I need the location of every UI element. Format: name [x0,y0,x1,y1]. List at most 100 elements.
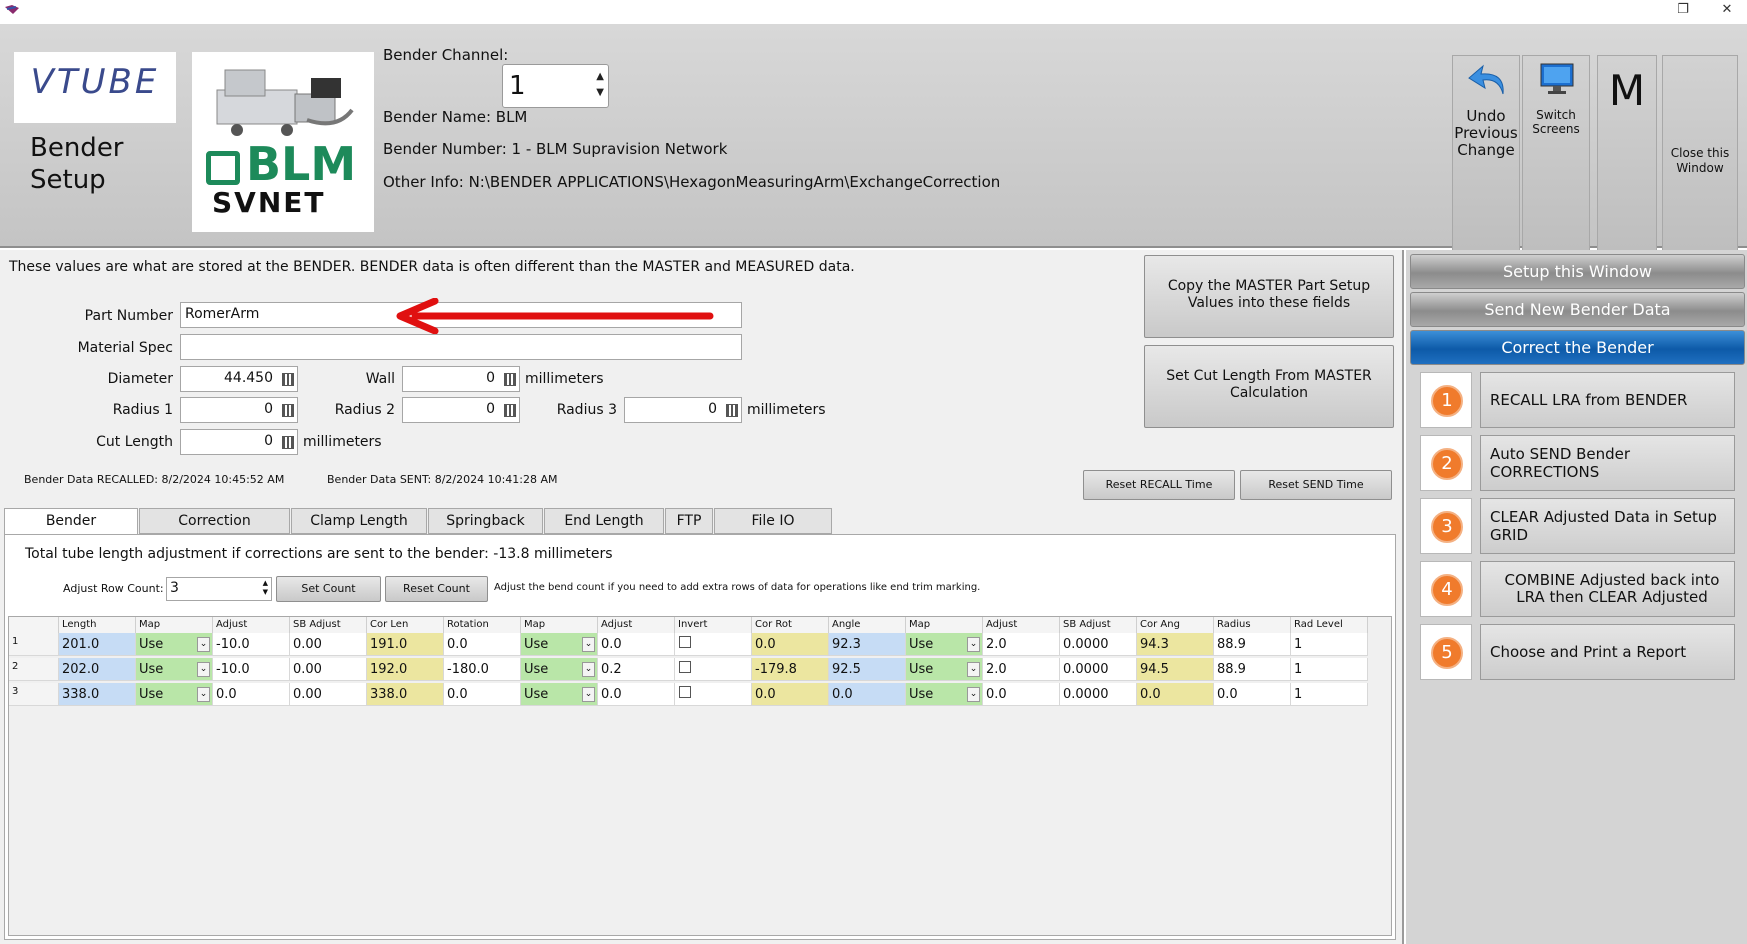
chevron-down-icon[interactable]: ⌄ [582,637,595,652]
restore-button[interactable]: ❐ [1668,0,1698,22]
grid-cell[interactable]: 2.0 [983,633,1060,656]
channel-stepper[interactable]: 1 ▲ ▼ [502,64,609,108]
row-number[interactable]: 1 [9,633,59,656]
grid-header-8[interactable]: Invert [675,617,752,633]
m-button[interactable]: M [1597,55,1657,262]
grid-header-14[interactable]: Cor Ang [1137,617,1214,633]
grid-header-12[interactable]: Adjust [983,617,1060,633]
tab-correction-percentage[interactable]: Correction Percentage [139,508,290,553]
close-this-window-button[interactable]: Close this Window [1662,55,1738,262]
grid-cell[interactable]: 0.0 [829,683,906,706]
chevron-down-icon[interactable]: ⌄ [582,687,595,702]
grid-cell[interactable]: 0.0000 [1060,683,1137,706]
grid-cell[interactable]: 0.0 [1214,683,1291,706]
grid-cell[interactable]: 92.3 [829,633,906,656]
grid-cell[interactable]: Use ⌄ [906,683,983,706]
chevron-down-icon[interactable]: ⌄ [197,687,210,702]
invert-checkbox[interactable] [679,636,691,648]
grid-header-6[interactable]: Map [521,617,598,633]
auto-send-button[interactable]: Auto SEND Bender CORRECTIONS [1480,435,1735,491]
tab-bender-adjustment[interactable]: Bender Adjustment [4,508,138,553]
grid-cell[interactable]: 1 [1291,658,1368,681]
grid-cell[interactable]: 0.0 [598,633,675,656]
tab-ftp[interactable]: FTP [665,508,713,534]
grid-cell[interactable]: 338.0 [59,683,136,706]
reset-recall-button[interactable]: Reset RECALL Time [1083,470,1235,500]
wall-input[interactable]: 0 [402,366,520,392]
close-window-button[interactable]: ✕ [1712,0,1742,22]
set-cut-length-button[interactable]: Set Cut Length From MASTER Calculation [1144,345,1394,428]
correct-bender-button[interactable]: Correct the Bender [1410,330,1745,365]
undo-button[interactable]: Undo Previous Change [1452,55,1520,262]
tab-file-io-messages[interactable]: File IO Messages [714,508,832,553]
grid-cell[interactable]: -179.8 [752,658,829,681]
grid-cell[interactable]: 1 [1291,683,1368,706]
grid-cell[interactable]: 338.0 [367,683,444,706]
grid-cell[interactable]: 0.0 [444,683,521,706]
grid-cell[interactable]: 202.0 [59,658,136,681]
clear-adjusted-button[interactable]: CLEAR Adjusted Data in Setup GRID [1480,498,1735,554]
grid-cell[interactable]: Use ⌄ [136,683,213,706]
grid-header-9[interactable]: Cor Rot [752,617,829,633]
grid-cell[interactable]: 0.00 [290,633,367,656]
grid-cell[interactable]: Use ⌄ [906,658,983,681]
grid-cell[interactable]: -10.0 [213,658,290,681]
grid-cell[interactable]: 94.5 [1137,658,1214,681]
spin-arrows-icon[interactable]: ▲ ▼ [263,579,268,597]
radius3-input[interactable]: 0 [624,397,742,423]
switch-screens-button[interactable]: Switch Screens [1522,55,1590,262]
tab-end-length-filter[interactable]: End Length Filter [544,508,664,553]
grid-cell[interactable]: 88.9 [1214,633,1291,656]
chevron-down-icon[interactable]: ⌄ [967,687,980,702]
grid-header-10[interactable]: Angle [829,617,906,633]
grid-cell[interactable]: 192.0 [367,658,444,681]
grid-cell[interactable]: Use ⌄ [906,633,983,656]
print-report-button[interactable]: Choose and Print a Report [1480,624,1735,680]
grid-header-5[interactable]: Rotation [444,617,521,633]
grid-header-16[interactable]: Rad Level [1291,617,1368,633]
grid-cell[interactable]: 0.0 [213,683,290,706]
reset-send-button[interactable]: Reset SEND Time [1240,470,1392,500]
grid-cell[interactable]: 0.0 [752,633,829,656]
grid-cell[interactable]: 1 [1291,633,1368,656]
grid-header-15[interactable]: Radius [1214,617,1291,633]
calculator-icon[interactable] [504,373,516,386]
grid-header-7[interactable]: Adjust [598,617,675,633]
grid-cell[interactable]: 201.0 [59,633,136,656]
grid-cell[interactable] [675,633,752,656]
combine-adjusted-button[interactable]: COMBINE Adjusted back into LRA then CLEA… [1480,561,1735,617]
chevron-down-icon[interactable]: ⌄ [582,662,595,677]
grid-cell[interactable] [675,683,752,706]
row-number[interactable]: 2 [9,658,59,681]
grid-cell[interactable]: 0.0000 [1060,633,1137,656]
grid-cell[interactable]: Use ⌄ [136,633,213,656]
grid-cell[interactable]: 0.00 [290,658,367,681]
invert-checkbox[interactable] [679,661,691,673]
material-spec-input[interactable] [180,334,742,360]
chevron-down-icon[interactable]: ⌄ [197,662,210,677]
grid-cell[interactable]: 88.9 [1214,658,1291,681]
grid-cell[interactable]: Use ⌄ [521,658,598,681]
grid-cell[interactable]: 191.0 [367,633,444,656]
calculator-icon[interactable] [726,404,738,417]
grid-cell[interactable]: Use ⌄ [521,633,598,656]
grid-header-1[interactable]: Map [136,617,213,633]
grid-header-4[interactable]: Cor Len [367,617,444,633]
invert-checkbox[interactable] [679,686,691,698]
send-new-data-button[interactable]: Send New Bender Data [1410,292,1745,327]
chevron-down-icon[interactable]: ⌄ [967,637,980,652]
chevron-down-icon[interactable]: ⌄ [967,662,980,677]
grid-cell[interactable]: 94.3 [1137,633,1214,656]
grid-cell[interactable]: 0.0 [752,683,829,706]
grid-header-11[interactable]: Map [906,617,983,633]
cut-length-input[interactable]: 0 [180,429,298,455]
grid-header-2[interactable]: Adjust [213,617,290,633]
row-count-stepper[interactable]: 3 ▲ ▼ [166,577,272,601]
recall-lra-button[interactable]: RECALL LRA from BENDER [1480,372,1735,428]
grid-header-0[interactable]: Length [59,617,136,633]
grid-cell[interactable]: 0.0 [598,683,675,706]
grid-header-13[interactable]: SB Adjust [1060,617,1137,633]
grid-cell[interactable]: 0.2 [598,658,675,681]
spin-arrows-icon[interactable]: ▲ ▼ [596,69,604,101]
chevron-down-icon[interactable]: ⌄ [197,637,210,652]
